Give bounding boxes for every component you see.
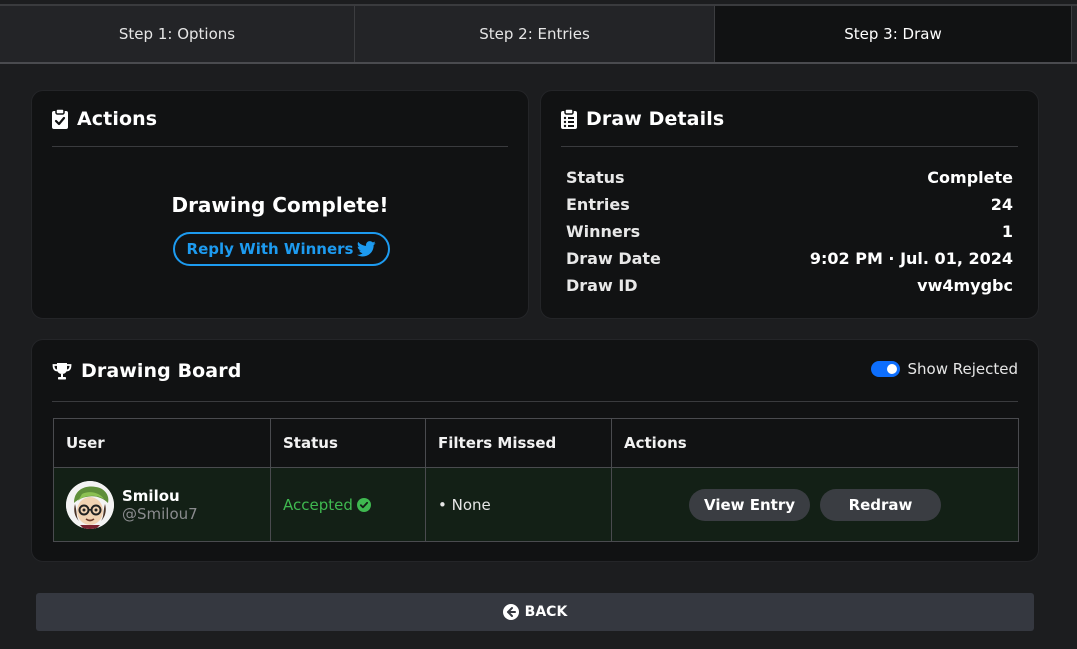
column-header-filters-missed: Filters Missed <box>425 418 612 468</box>
trophy-icon <box>52 362 72 380</box>
actions-card-header: Actions <box>52 91 508 147</box>
step-tabs: Step 1: Options Step 2: Entries Step 3: … <box>0 6 1077 64</box>
tab-bar-filler <box>1072 6 1077 62</box>
tab-step-3-draw[interactable]: Step 3: Draw <box>715 6 1072 62</box>
detail-value: 1 <box>1001 222 1013 241</box>
detail-value: Complete <box>927 168 1013 187</box>
tab-step-1-options[interactable]: Step 1: Options <box>0 6 355 62</box>
show-rejected-control: Show Rejected <box>870 360 1019 378</box>
detail-row-entries: Entries 24 <box>566 191 1013 218</box>
draw-details-card: Draw Details Status Complete Entries 24 … <box>540 90 1039 319</box>
user-name: Smilou <box>122 486 180 505</box>
detail-key: Draw ID <box>566 276 638 295</box>
detail-value: 9:02 PM · Jul. 01, 2024 <box>809 249 1013 268</box>
draw-details-title: Draw Details <box>586 107 725 130</box>
reply-with-winners-button[interactable]: Reply With Winners <box>173 232 390 266</box>
drawing-board-title: Drawing Board <box>81 359 242 382</box>
drawing-board-table: User Status Filters Missed Actions Smilo… <box>53 418 1019 542</box>
actions-card: Actions Drawing Complete! Reply With Win… <box>31 90 529 319</box>
back-button[interactable]: BACK <box>36 593 1034 631</box>
show-rejected-toggle[interactable] <box>870 361 900 377</box>
twitter-bird-icon <box>357 241 377 257</box>
detail-row-status: Status Complete <box>566 164 1013 191</box>
status-cell: Accepted <box>270 467 426 542</box>
show-rejected-label: Show Rejected <box>907 360 1019 378</box>
detail-key: Status <box>566 168 625 187</box>
reply-with-winners-label: Reply With Winners <box>186 240 354 258</box>
actions-title: Actions <box>77 107 158 130</box>
column-header-user: User <box>53 418 271 468</box>
drawing-complete-text: Drawing Complete! <box>171 193 389 217</box>
view-entry-button[interactable]: View Entry <box>689 488 810 521</box>
column-header-status: Status <box>270 418 426 468</box>
detail-row-draw-date: Draw Date 9:02 PM · Jul. 01, 2024 <box>566 245 1013 272</box>
detail-key: Winners <box>566 222 641 241</box>
detail-value: 24 <box>990 195 1013 214</box>
redraw-button[interactable]: Redraw <box>820 488 941 521</box>
clipboard-check-icon <box>52 108 68 129</box>
check-circle-icon <box>356 497 371 512</box>
detail-key: Entries <box>566 195 630 214</box>
draw-details-header: Draw Details <box>561 91 1018 147</box>
detail-row-draw-id: Draw ID vw4mygbc <box>566 272 1013 299</box>
status-badge: Accepted <box>283 496 371 514</box>
user-handle: @Smilou7 <box>122 504 198 523</box>
actions-cell: View Entry Redraw <box>611 467 1019 542</box>
status-text: Accepted <box>283 495 353 514</box>
back-label: BACK <box>524 604 568 620</box>
table-row: Smilou @Smilou7 Accepted • None View Ent… <box>53 467 1019 542</box>
avatar[interactable] <box>66 480 114 529</box>
column-header-actions: Actions <box>611 418 1019 468</box>
detail-key: Draw Date <box>566 249 661 268</box>
user-cell: Smilou @Smilou7 <box>53 467 271 542</box>
clipboard-list-icon <box>561 108 577 129</box>
detail-value: vw4mygbc <box>917 276 1013 295</box>
tab-step-2-entries[interactable]: Step 2: Entries <box>355 6 715 62</box>
arrow-left-circle-icon <box>502 604 519 620</box>
detail-row-winners: Winners 1 <box>566 218 1013 245</box>
table-header-row: User Status Filters Missed Actions <box>53 418 1019 468</box>
drawing-board-card: Drawing Board Show Rejected User Status … <box>31 339 1039 562</box>
filters-missed-cell: • None <box>425 467 612 542</box>
